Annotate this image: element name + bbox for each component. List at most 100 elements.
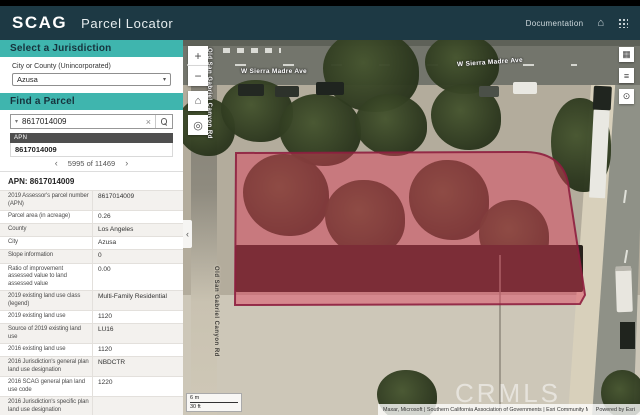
parked-car	[479, 86, 499, 97]
row-label: 2016 SCAG general plan land use code	[0, 377, 92, 396]
crosswalk-markings	[223, 48, 281, 53]
scale-metric: 6 m	[190, 395, 238, 403]
tree-canopy	[409, 160, 489, 240]
zoom-out-button[interactable]: −	[188, 66, 208, 86]
row-label: 2016 Jurisdiction's specific plan land u…	[0, 397, 92, 415]
page-title: Parcel Locator	[81, 16, 173, 31]
table-row: 2019 existing land use class (legend)Mul…	[0, 290, 183, 310]
parked-van	[513, 82, 537, 94]
parcel-locator-app: SCAG Parcel Locator Documentation ⌂ Sele…	[0, 0, 640, 415]
row-value: NBDCTR	[92, 357, 183, 376]
row-value: 0	[92, 250, 183, 262]
row-label: County	[0, 224, 92, 236]
chevron-down-icon: ▾	[163, 76, 166, 83]
parcel-search-combo: ▾ ×	[10, 114, 173, 129]
truck-trailer	[589, 110, 610, 199]
row-value: 8617014009	[92, 191, 183, 210]
row-value: Los Angeles	[92, 224, 183, 236]
row-label: 2019 Assessor's parcel number (APN)	[0, 191, 92, 210]
table-row: Slope information0	[0, 249, 183, 262]
row-label: City	[0, 237, 92, 249]
home-extent-button[interactable]: ⌂	[188, 91, 208, 111]
row-value: Multi-Family Residential	[92, 291, 183, 310]
satellite-map[interactable]: W Sierra Madre Ave W Sierra Madre Ave Ol…	[183, 40, 640, 415]
table-row: Ratio of improvement assessed value to l…	[0, 263, 183, 291]
find-parcel-section-header: Find a Parcel	[0, 93, 183, 110]
row-label: 2016 existing land use	[0, 344, 92, 356]
result-pagination: ‹ 5995 of 11469 ›	[0, 157, 183, 170]
jurisdiction-select[interactable]: Azusa ▾	[12, 73, 171, 86]
jurisdiction-section-header: Select a Jurisdiction	[0, 40, 183, 57]
tree-canopy	[355, 94, 427, 156]
basemap-gallery-button[interactable]: ▦	[619, 47, 634, 62]
table-row: CountyLos Angeles	[0, 223, 183, 236]
attribution-text: Maxar, Microsoft | Southern California A…	[383, 407, 588, 413]
powered-by-esri: Powered by Esri	[596, 407, 635, 413]
search-result-row[interactable]: 8617014009	[10, 143, 173, 157]
scag-logo: SCAG	[12, 13, 67, 33]
table-row: Source of 2019 existing land useLU16	[0, 323, 183, 343]
pagination-position: 5995 of 11469	[68, 159, 115, 168]
scale-imperial: 30 ft	[190, 403, 238, 410]
scale-bar: 6 m 30 ft	[186, 393, 242, 412]
parcel-details-title: APN: 8617014009	[0, 172, 183, 190]
truck-cab	[593, 86, 612, 111]
row-label: Source of 2019 existing land use	[0, 324, 92, 343]
parked-rv	[615, 266, 633, 313]
legend-button[interactable]: ≡	[619, 68, 634, 83]
row-label: 2016 Jurisdiction's general plan land us…	[0, 357, 92, 376]
street-label-canyon-rd: Old San Gabriel Canyon Rd	[213, 266, 219, 357]
parked-car	[238, 84, 264, 96]
home-icon[interactable]: ⌂	[597, 18, 604, 29]
previous-page-button[interactable]: ‹	[55, 159, 58, 168]
parcel-search-form: ▾ ×	[0, 110, 183, 132]
clear-search-icon[interactable]: ×	[142, 117, 155, 127]
row-value: 1120	[92, 344, 183, 356]
table-row: 2016 existing land use1120	[0, 343, 183, 356]
header-actions: Documentation ⌂	[526, 18, 628, 29]
row-value: Azusa	[92, 237, 183, 249]
search-icon	[161, 118, 168, 125]
screenshot-button[interactable]: ⊙	[619, 89, 634, 104]
sidebar-panel: Select a Jurisdiction City or County (Un…	[0, 40, 183, 415]
table-row: Parcel area (in acreage)0.26	[0, 210, 183, 223]
sidebar-collapse-button[interactable]: ‹	[183, 220, 192, 248]
jurisdiction-form: City or County (Unincorporated) Azusa ▾	[0, 57, 183, 93]
table-row: 2016 Jurisdiction's specific plan land u…	[0, 396, 183, 415]
parked-car	[275, 86, 299, 97]
row-value: 0.00	[92, 264, 183, 291]
parked-car	[620, 322, 635, 349]
jurisdiction-field-label: City or County (Unincorporated)	[12, 63, 171, 70]
locate-button[interactable]: ◎	[188, 115, 208, 135]
row-label: 2019 existing land use	[0, 311, 92, 323]
street-label-sierra-madre: W Sierra Madre Ave	[241, 68, 307, 75]
result-column-header: APN	[10, 133, 173, 143]
tree-canopy	[243, 154, 329, 236]
table-row: 2016 SCAG general plan land use code1220	[0, 376, 183, 396]
map-attribution: Maxar, Microsoft | Southern California A…	[378, 404, 640, 415]
parked-car	[316, 82, 344, 95]
row-value: LU16	[92, 324, 183, 343]
next-page-button[interactable]: ›	[125, 159, 128, 168]
table-row: 2019 existing land use1120	[0, 310, 183, 323]
building-roof	[235, 245, 583, 292]
table-row: 2016 Jurisdiction's general plan land us…	[0, 356, 183, 376]
jurisdiction-selected-value: Azusa	[17, 75, 38, 84]
table-row: CityAzusa	[0, 236, 183, 249]
row-value: 1220	[92, 377, 183, 396]
search-source-chevron-icon[interactable]: ▾	[11, 118, 22, 125]
row-value: 1120	[92, 311, 183, 323]
row-value	[92, 397, 183, 415]
row-label: Ratio of improvement assessed value to l…	[0, 264, 92, 291]
zoom-in-button[interactable]: +	[188, 46, 208, 66]
documentation-link[interactable]: Documentation	[526, 19, 584, 28]
search-button[interactable]	[155, 115, 172, 128]
parcel-details-table: 2019 Assessor's parcel number (APN)86170…	[0, 190, 183, 415]
app-header: SCAG Parcel Locator Documentation ⌂	[0, 6, 640, 40]
parcel-search-input[interactable]	[22, 117, 142, 126]
row-label: 2019 existing land use class (legend)	[0, 291, 92, 310]
apps-grid-icon[interactable]	[618, 18, 628, 28]
row-label: Parcel area (in acreage)	[0, 211, 92, 223]
table-row: 2019 Assessor's parcel number (APN)86170…	[0, 190, 183, 210]
row-label: Slope information	[0, 250, 92, 262]
